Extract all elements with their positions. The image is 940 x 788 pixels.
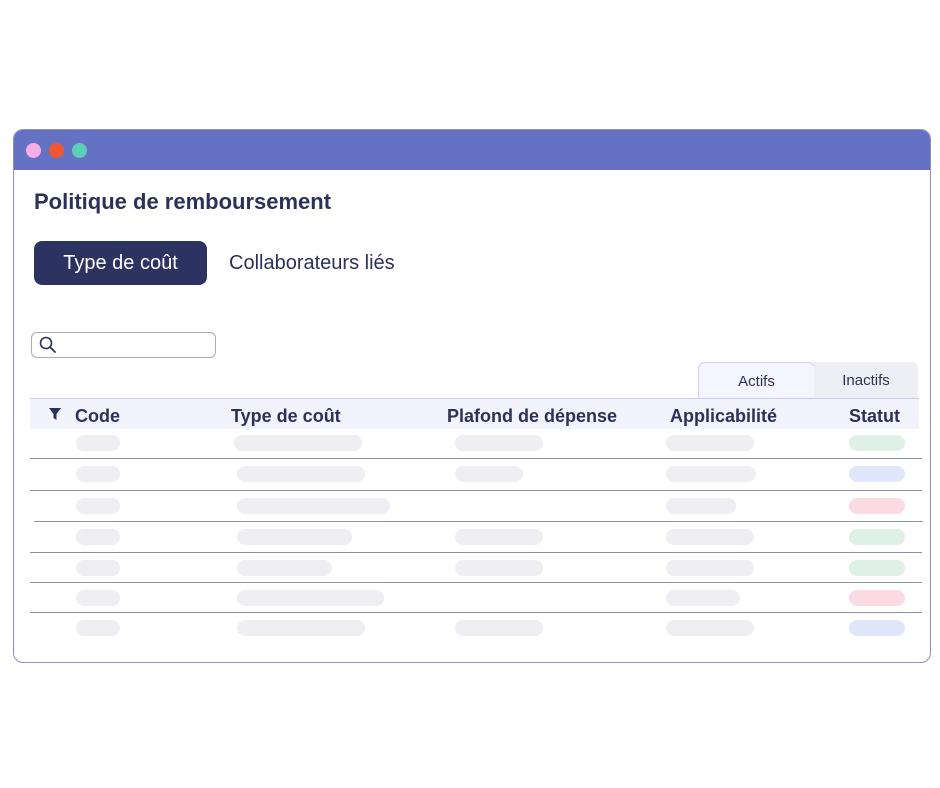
applicabilite-placeholder [666,620,754,636]
column-header-applicabilite[interactable]: Applicabilité [670,406,777,427]
code-placeholder [76,466,120,482]
code-placeholder [76,620,120,636]
type-placeholder [234,435,362,451]
code-placeholder [76,590,120,606]
type-placeholder [237,560,332,576]
type-placeholder [237,498,390,514]
applicabilite-placeholder [666,529,754,545]
code-placeholder [76,529,120,545]
status-badge [849,590,905,606]
status-badge [849,620,905,636]
tab-type-de-cout[interactable]: Type de coût [34,241,207,285]
plafond-placeholder [455,560,543,576]
column-header-statut[interactable]: Statut [849,406,900,427]
traffic-light-pink-dot[interactable] [26,143,41,158]
applicabilite-placeholder [666,590,740,606]
filter-icon[interactable] [48,407,62,421]
applicabilite-placeholder [666,435,754,451]
status-badge [849,435,905,451]
applicabilite-placeholder [666,498,736,514]
plafond-placeholder [455,435,543,451]
tab-inactifs[interactable]: Inactifs [814,362,918,398]
column-header-plafond-de-depense[interactable]: Plafond de dépense [447,406,617,427]
status-badge [849,466,905,482]
plafond-placeholder [455,620,543,636]
type-placeholder [237,466,365,482]
tab-actifs[interactable]: Actifs [698,362,815,399]
window-titlebar [14,130,930,170]
page-title: Politique de remboursement [34,189,332,214]
plafond-placeholder [455,529,543,545]
row-divider [34,521,923,522]
applicabilite-placeholder [666,466,756,482]
row-divider [30,458,922,459]
row-divider [30,552,922,553]
status-badge [849,560,905,576]
column-header-type-de-cout[interactable]: Type de coût [231,406,341,427]
status-badge [849,529,905,545]
row-divider [30,490,922,491]
search-icon [39,336,56,353]
type-placeholder [237,529,352,545]
app-window: Politique de remboursement Type de coût … [13,129,931,663]
type-placeholder [237,590,384,606]
table-header: Code Type de coût Plafond de dépense App… [30,398,919,429]
row-divider [30,612,922,613]
applicabilite-placeholder [666,560,754,576]
type-placeholder [237,620,365,636]
code-placeholder [76,560,120,576]
traffic-light-orange-dot[interactable] [49,143,64,158]
traffic-light-teal-dot[interactable] [72,143,87,158]
column-header-code[interactable]: Code [75,406,120,427]
search-input[interactable] [31,332,216,358]
row-divider [30,582,922,583]
code-placeholder [76,498,120,514]
code-placeholder [76,435,120,451]
plafond-placeholder [455,466,523,482]
tab-collaborateurs-lies[interactable]: Collaborateurs liés [229,241,429,285]
status-badge [849,498,905,514]
